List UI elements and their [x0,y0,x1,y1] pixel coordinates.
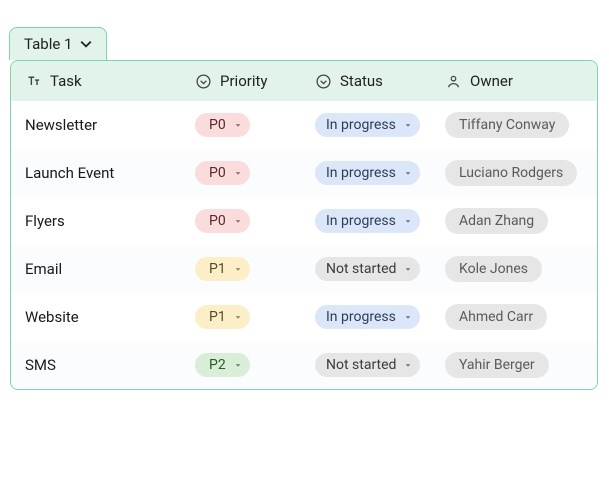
table-tab[interactable]: Table 1 [9,27,107,60]
owner-pill[interactable]: Kole Jones [445,256,542,282]
text-type-icon [25,73,42,90]
status-value: In progress [326,165,396,181]
priority-value: P0 [209,213,226,229]
col-header-priority[interactable]: Priority [220,72,267,90]
table-row: Flyers P0 In progress Adan Zhang [11,197,597,245]
task-cell[interactable]: Newsletter [25,116,97,134]
task-cell[interactable]: Launch Event [25,164,114,182]
table-tab-label: Table 1 [24,35,72,53]
priority-value: P1 [209,261,226,277]
col-header-owner[interactable]: Owner [470,72,513,90]
table-body: Newsletter P0 In progress Tiffany Conway Lau… [11,101,597,389]
person-icon [445,73,462,90]
dropdown-circle-icon [195,73,212,90]
status-pill[interactable]: Not started [315,257,420,281]
priority-value: P2 [209,357,226,373]
priority-pill[interactable]: P1 [195,257,250,281]
owner-pill[interactable]: Ahmed Carr [445,304,547,330]
table-row: Newsletter P0 In progress Tiffany Conway [11,101,597,149]
priority-pill[interactable]: P2 [195,353,250,377]
priority-pill[interactable]: P0 [195,209,250,233]
col-header-task[interactable]: Task [50,72,82,90]
table-row: Launch Event P0 In progress Luciano Rodgers [11,149,597,197]
col-header-status[interactable]: Status [340,72,383,90]
status-pill[interactable]: In progress [315,161,420,185]
status-value: In progress [326,117,396,133]
priority-pill[interactable]: P0 [195,113,250,137]
dropdown-circle-icon [315,73,332,90]
priority-value: P0 [209,165,226,181]
owner-pill[interactable]: Tiffany Conway [445,112,569,138]
table-container: Task Priority Status Owner Newsletter P0 I… [10,60,598,390]
chevron-down-icon [80,38,92,50]
task-cell[interactable]: Website [25,308,79,326]
task-cell[interactable]: Flyers [25,212,65,230]
task-cell[interactable]: Email [25,260,62,278]
table-header: Task Priority Status Owner [11,61,597,101]
status-value: Not started [326,261,396,277]
status-pill[interactable]: In progress [315,305,420,329]
status-value: Not started [326,357,396,373]
priority-value: P0 [209,117,226,133]
owner-pill[interactable]: Adan Zhang [445,208,548,234]
table-row: Website P1 In progress Ahmed Carr [11,293,597,341]
status-pill[interactable]: In progress [315,113,420,137]
status-pill[interactable]: Not started [315,353,420,377]
status-value: In progress [326,309,396,325]
owner-pill[interactable]: Yahir Berger [445,352,549,378]
priority-value: P1 [209,309,226,325]
table-row: Email P1 Not started Kole Jones [11,245,597,293]
owner-pill[interactable]: Luciano Rodgers [445,160,577,186]
table-row: SMS P2 Not started Yahir Berger [11,341,597,389]
status-value: In progress [326,213,396,229]
task-cell[interactable]: SMS [25,356,56,374]
priority-pill[interactable]: P0 [195,161,250,185]
status-pill[interactable]: In progress [315,209,420,233]
priority-pill[interactable]: P1 [195,305,250,329]
